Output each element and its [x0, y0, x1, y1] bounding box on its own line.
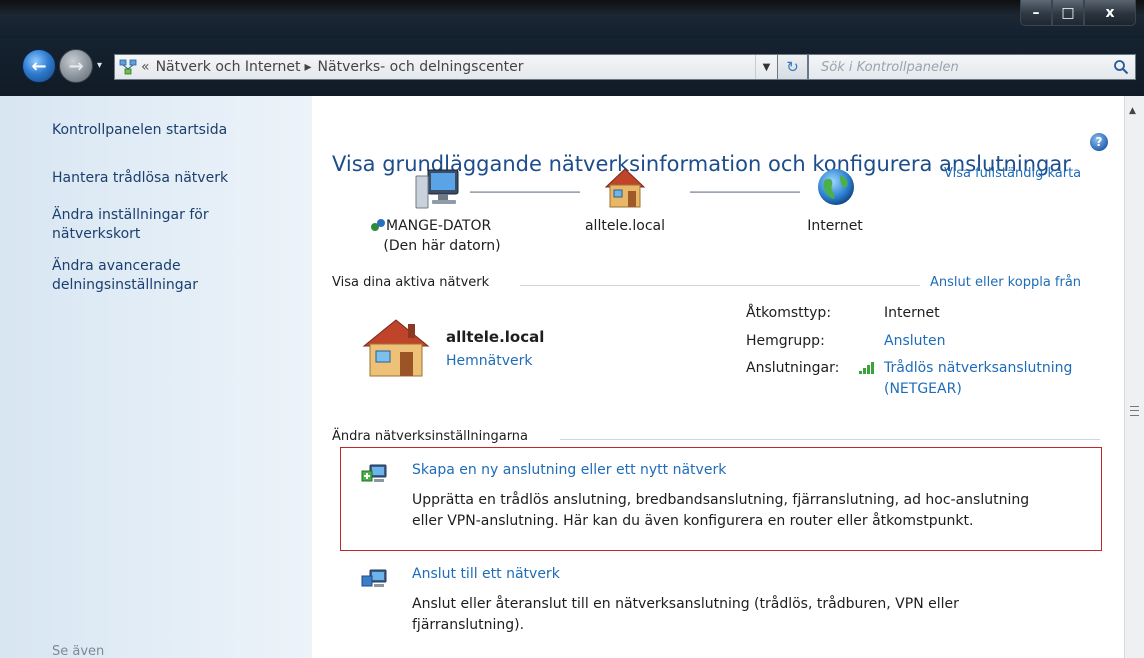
access-type-label: Åtkomsttyp:: [746, 305, 832, 321]
sidebar-item-control-panel-home[interactable]: Kontrollpanelen startsida: [52, 121, 292, 140]
network-share-icon: [370, 218, 386, 232]
active-network-name: alltele.local: [446, 328, 545, 346]
homegroup-link[interactable]: Ansluten: [884, 333, 945, 349]
back-button[interactable]: ←: [22, 49, 56, 83]
home-network-large-icon[interactable]: [360, 316, 432, 382]
computer-subtitle: (Den här datorn): [383, 238, 501, 254]
connect-to-network-description-line1: Anslut eller återanslut till en nätverks…: [412, 596, 959, 612]
create-connection-link[interactable]: Skapa en ny anslutning eller ett nytt nä…: [412, 462, 726, 478]
active-networks-heading: Visa dina aktiva nätverk: [332, 275, 490, 290]
sidebar-item-advanced-sharing[interactable]: Ändra avancerade delningsinställningar: [52, 257, 242, 295]
breadcrumb-overflow[interactable]: «: [141, 59, 150, 75]
connect-disconnect-link[interactable]: Anslut eller koppla från: [930, 275, 1081, 290]
refresh-icon: ↻: [786, 58, 799, 76]
title-bar: – □ x: [0, 0, 1144, 38]
vertical-scrollbar[interactable]: ▲: [1124, 96, 1144, 658]
computer-name: MANGE-DATOR: [386, 218, 492, 234]
forward-arrow-icon: →: [68, 55, 84, 77]
new-connection-icon[interactable]: [360, 461, 388, 491]
maximize-button[interactable]: □: [1052, 0, 1084, 26]
create-connection-description-line2: eller VPN-anslutning. Här kan du även ko…: [412, 513, 974, 529]
section-divider: [560, 439, 1100, 440]
sidebar: Kontrollpanelen startsida Hantera trådlö…: [0, 96, 312, 658]
internet-node-label: Internet: [807, 218, 863, 234]
wireless-connection-ssid[interactable]: (NETGEAR): [884, 381, 962, 397]
navigation-bar: ← → ▾ « Nätverk och Internet ▸ Nätverks-…: [0, 38, 1144, 96]
minimize-button[interactable]: –: [1020, 0, 1052, 26]
search-icon[interactable]: [1113, 59, 1129, 75]
wireless-connection-link[interactable]: Trådlös nätverksanslutning: [884, 360, 1072, 376]
computer-icon[interactable]: [414, 168, 464, 216]
connect-to-network-description-line2: fjärranslutning).: [412, 617, 525, 633]
view-full-map-link[interactable]: Visa fullständig karta: [944, 166, 1081, 181]
scroll-grip-icon[interactable]: [1130, 406, 1139, 416]
network-node-label: alltele.local: [584, 218, 666, 234]
close-button[interactable]: x: [1084, 0, 1136, 26]
breadcrumb-separator-icon[interactable]: ▸: [305, 59, 312, 75]
window-controls: – □ x: [1020, 0, 1136, 30]
sidebar-item-manage-wireless[interactable]: Hantera trådlösa nätverk: [52, 169, 292, 188]
search-placeholder: Sök i Kontrollpanelen: [821, 59, 959, 75]
map-connection-line: [690, 191, 800, 193]
chevron-down-icon[interactable]: ▼: [755, 55, 777, 79]
computer-node-label: MANGE-DATOR: [370, 218, 510, 234]
access-type-value: Internet: [884, 305, 940, 321]
breadcrumb-item[interactable]: Nätverk och Internet: [156, 59, 301, 75]
connections-label: Anslutningar:: [746, 360, 840, 376]
history-dropdown-icon[interactable]: ▾: [97, 60, 102, 71]
network-icon: [115, 55, 141, 79]
breadcrumb-item[interactable]: Nätverks- och delningscenter: [318, 59, 524, 75]
help-icon[interactable]: ?: [1090, 133, 1108, 151]
create-connection-description-line1: Upprätta en trådlös anslutning, bredband…: [412, 492, 1030, 508]
forward-button[interactable]: →: [59, 49, 93, 83]
globe-icon[interactable]: [816, 167, 856, 211]
change-settings-heading: Ändra nätverksinställningarna: [332, 429, 529, 444]
homegroup-label: Hemgrupp:: [746, 333, 825, 349]
signal-strength-icon: [858, 361, 878, 379]
back-arrow-icon: ←: [31, 55, 47, 77]
map-connection-line: [470, 191, 580, 193]
search-input[interactable]: Sök i Kontrollpanelen: [808, 54, 1136, 80]
address-bar[interactable]: « Nätverk och Internet ▸ Nätverks- och d…: [114, 54, 778, 80]
scroll-up-icon[interactable]: ▲: [1129, 106, 1136, 116]
see-also-heading: Se även: [52, 644, 105, 658]
section-divider: [520, 285, 920, 286]
network-type-link[interactable]: Hemnätverk: [446, 353, 532, 369]
connect-network-icon[interactable]: [360, 566, 388, 596]
connect-to-network-link[interactable]: Anslut till ett nätverk: [412, 566, 560, 582]
sidebar-item-adapter-settings[interactable]: Ändra inställningar för nätverkskort: [52, 206, 222, 244]
refresh-button[interactable]: ↻: [778, 54, 808, 80]
home-network-icon[interactable]: [602, 165, 648, 213]
